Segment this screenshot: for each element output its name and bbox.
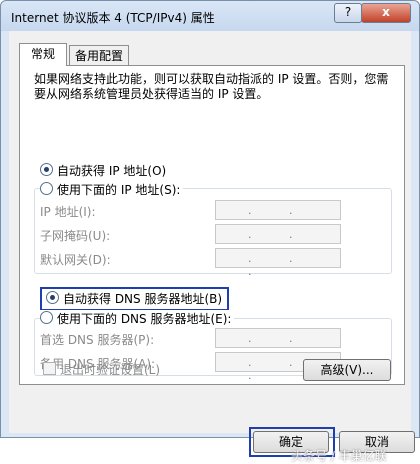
auto-dns-radio[interactable]: 自动获得 DNS 服务器地址(B) — [46, 290, 222, 307]
window-title: Internet 协议版本 4 (TCP/IPv4) 属性 — [11, 11, 215, 25]
description-text: 如果网络支持此功能，则可以获取自动指派的 IP 设置。否则，您需要从网络系统管理… — [34, 72, 389, 101]
default-gateway-input[interactable]: . . . — [215, 248, 341, 278]
close-button[interactable]: x — [361, 3, 411, 23]
auto-ip-label: 自动获得 IP 地址(O) — [57, 164, 167, 178]
dialog-window: Internet 协议版本 4 (TCP/IPv4) 属性 ? x 常规 备用配… — [0, 0, 420, 463]
checkbox-icon — [43, 362, 56, 375]
subnet-mask-input[interactable]: . . . — [215, 224, 341, 254]
manual-dns-radio[interactable]: 使用下面的 DNS 服务器地址(E): — [40, 310, 235, 327]
help-button[interactable]: ? — [334, 3, 362, 23]
ip-address-input[interactable]: . . . — [215, 200, 341, 230]
radio-selected-icon — [40, 163, 53, 176]
title-bar[interactable]: Internet 协议版本 4 (TCP/IPv4) 属性 ? x — [1, 1, 419, 31]
default-gateway-label: 默认网关(D): — [40, 253, 111, 267]
validate-checkbox[interactable]: 退出时验证设置(L) — [43, 361, 160, 378]
ip-address-label: IP 地址(I): — [40, 205, 96, 219]
tab-alternate-config[interactable]: 备用配置 — [69, 45, 129, 66]
subnet-mask-label: 子网掩码(U): — [40, 229, 111, 243]
radio-selected-icon — [46, 291, 59, 304]
auto-ip-radio[interactable]: 自动获得 IP 地址(O) — [40, 162, 166, 179]
advanced-button[interactable]: 高级(V)... — [303, 359, 391, 381]
tab-general[interactable]: 常规 — [19, 43, 67, 66]
default-gateway-dots: . . . — [248, 252, 310, 278]
validate-label: 退出时验证设置(L) — [60, 363, 161, 377]
manual-dns-label: 使用下面的 DNS 服务器地址(E): — [57, 312, 232, 326]
preferred-dns-input[interactable]: . . . — [215, 328, 341, 358]
manual-ip-radio[interactable]: 使用下面的 IP 地址(S): — [40, 181, 184, 198]
dialog-client: 常规 备用配置 如果网络支持此功能，则可以获取自动指派的 IP 设置。否则，您需… — [9, 31, 415, 463]
watermark-text: 头条号 / 丰巢亿联 — [291, 449, 387, 463]
general-panel: 如果网络支持此功能，则可以获取自动指派的 IP 设置。否则，您需要从网络系统管理… — [19, 65, 405, 385]
radio-unselected-icon — [40, 182, 53, 195]
radio-unselected-icon — [40, 311, 53, 324]
preferred-dns-label: 首选 DNS 服务器(P): — [40, 333, 155, 347]
auto-dns-label: 自动获得 DNS 服务器地址(B) — [63, 292, 223, 306]
manual-ip-label: 使用下面的 IP 地址(S): — [57, 183, 181, 197]
